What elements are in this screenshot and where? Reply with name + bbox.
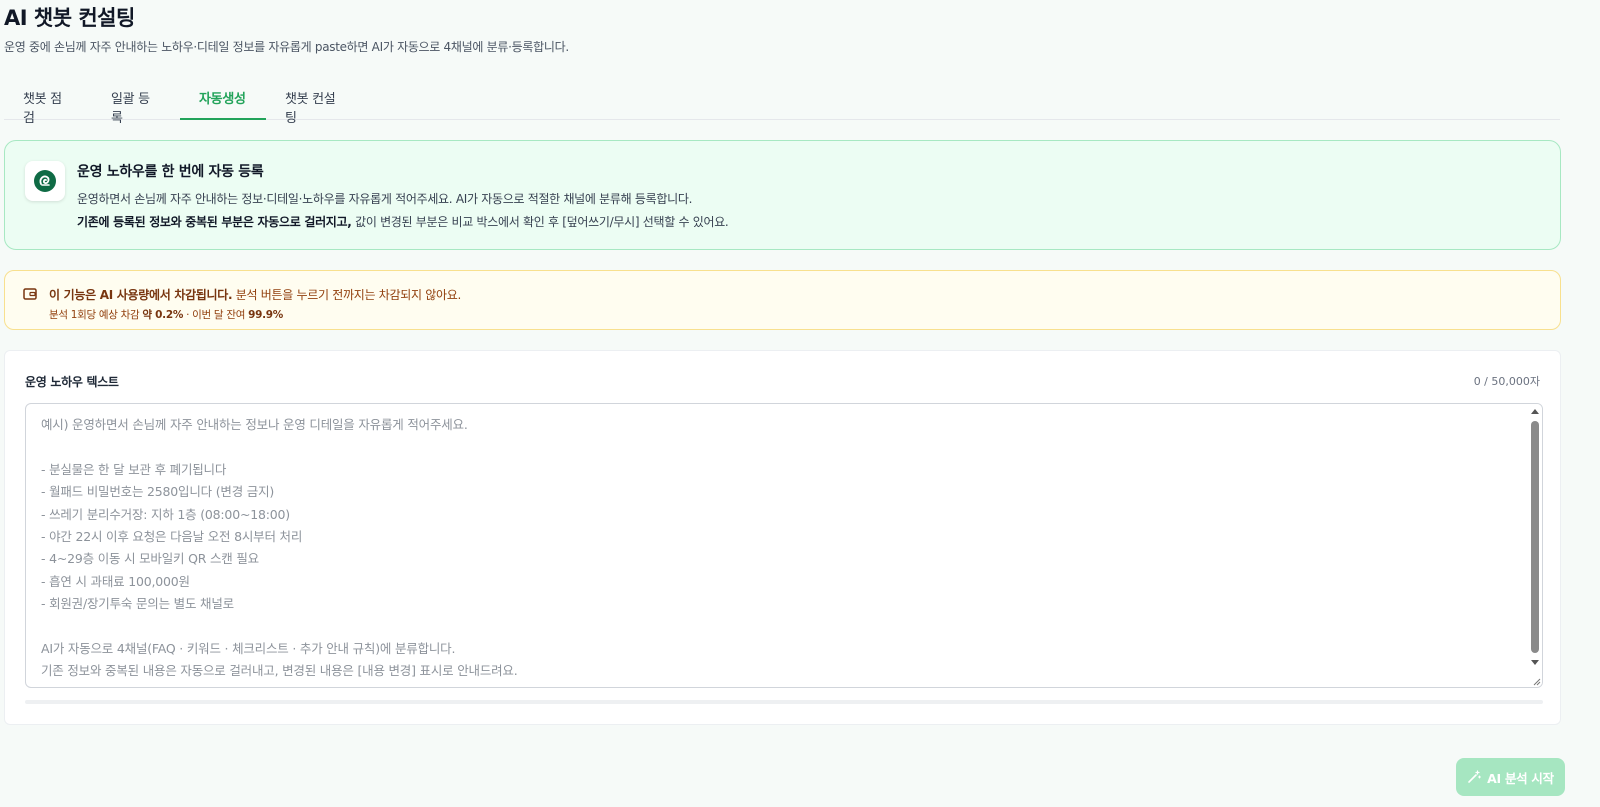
scroll-down-arrow-icon[interactable] bbox=[1531, 660, 1539, 665]
info-description: 운영하면서 손님께 자주 안내하는 정보·디테일·노하우를 자유롭게 적어주세요… bbox=[77, 192, 693, 206]
analyze-button[interactable]: AI 분석 시작 bbox=[1456, 758, 1565, 796]
tab-chatbot-check[interactable]: 챗봇 점검 bbox=[4, 78, 92, 126]
analysis-progress-bar bbox=[25, 700, 1543, 704]
page-subtitle: 운영 중에 손님께 자주 안내하는 노하우·디테일 정보를 자유롭게 paste… bbox=[4, 40, 569, 54]
textarea-placeholder: 예시) 운영하면서 손님께 자주 안내하는 정보나 운영 디테일을 자유롭게 적… bbox=[41, 417, 518, 679]
usage-remaining-value: 99.9% bbox=[248, 309, 284, 321]
info-title: 운영 노하우를 한 번에 자동 등록 bbox=[77, 164, 264, 180]
usage-estimate-mid: · 이번 달 잔여 bbox=[183, 309, 249, 321]
info-banner: 운영 노하우를 한 번에 자동 등록 운영하면서 손님께 자주 안내하는 정보·… bbox=[4, 140, 1561, 250]
knowhow-textarea[interactable]: 예시) 운영하면서 손님께 자주 안내하는 정보나 운영 디테일을 자유롭게 적… bbox=[25, 403, 1543, 688]
scroll-thumb[interactable] bbox=[1531, 421, 1539, 653]
usage-notice-emphasis: 이 기능은 AI 사용량에서 차감됩니다. bbox=[49, 288, 233, 302]
tab-bar: 챗봇 점검 일괄 등록 자동생성 챗봇 컨설팅 bbox=[4, 78, 1560, 126]
magic-wand-icon bbox=[1468, 770, 1482, 783]
page-title: AI 챗봇 컨설팅 bbox=[4, 6, 135, 30]
info-duplicates-rest: 값이 변경된 부분은 비교 박스에서 확인 후 [덮어쓰기/무시] 선택할 수 … bbox=[351, 215, 729, 229]
tab-bulk-register[interactable]: 일괄 등록 bbox=[92, 78, 180, 126]
usage-notice: 이 기능은 AI 사용량에서 차감됩니다. 분석 버튼을 누르기 전까지는 차감… bbox=[4, 270, 1561, 330]
usage-estimate: 분석 1회당 예상 차감 약 0.2% · 이번 달 잔여 99.9% bbox=[49, 307, 283, 322]
textarea-scrollbar[interactable] bbox=[1528, 404, 1542, 687]
resize-grip-icon[interactable] bbox=[1531, 676, 1541, 686]
info-description-duplicates: 기존에 등록된 정보와 중복된 부분은 자동으로 걸러지고, 값이 변경된 부분… bbox=[77, 213, 729, 230]
knowhow-input-card: 운영 노하우 텍스트 0 / 50,000자 예시) 운영하면서 손님께 자주 … bbox=[4, 350, 1561, 725]
ai-swirl-icon bbox=[25, 161, 65, 201]
usage-cost-value: 약 0.2% bbox=[142, 309, 184, 321]
usage-notice-rest: 분석 버튼을 누르기 전까지는 차감되지 않아요. bbox=[232, 288, 461, 302]
usage-notice-text: 이 기능은 AI 사용량에서 차감됩니다. 분석 버튼을 누르기 전까지는 차감… bbox=[49, 286, 461, 303]
tab-auto-generate[interactable]: 자동생성 bbox=[180, 78, 266, 120]
knowhow-field-label: 운영 노하우 텍스트 bbox=[25, 375, 119, 389]
wallet-icon bbox=[23, 288, 37, 300]
analyze-button-label: AI 분석 시작 bbox=[1487, 770, 1554, 786]
info-duplicates-emphasis: 기존에 등록된 정보와 중복된 부분은 자동으로 걸러지고, bbox=[77, 215, 352, 229]
tab-chatbot-consulting[interactable]: 챗봇 컨설팅 bbox=[266, 78, 366, 126]
char-counter: 0 / 50,000자 bbox=[1473, 375, 1540, 388]
scroll-up-arrow-icon[interactable] bbox=[1531, 409, 1539, 414]
usage-estimate-prefix: 분석 1회당 예상 차감 bbox=[49, 309, 143, 321]
